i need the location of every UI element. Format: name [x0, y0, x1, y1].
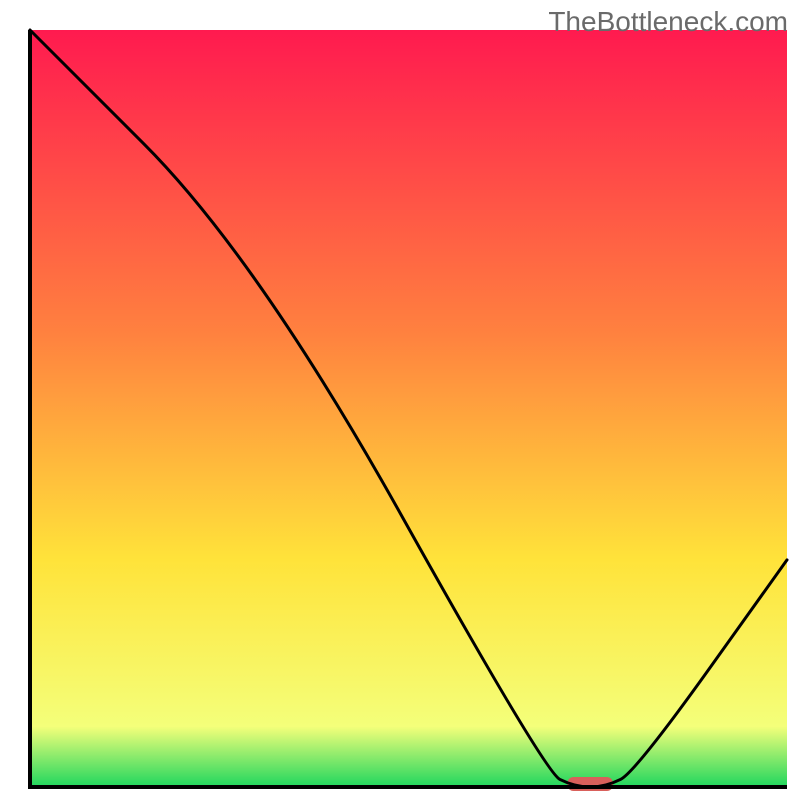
chart-svg	[0, 0, 800, 800]
watermark-text: TheBottleneck.com	[548, 6, 788, 38]
bottleneck-chart: TheBottleneck.com	[0, 0, 800, 800]
